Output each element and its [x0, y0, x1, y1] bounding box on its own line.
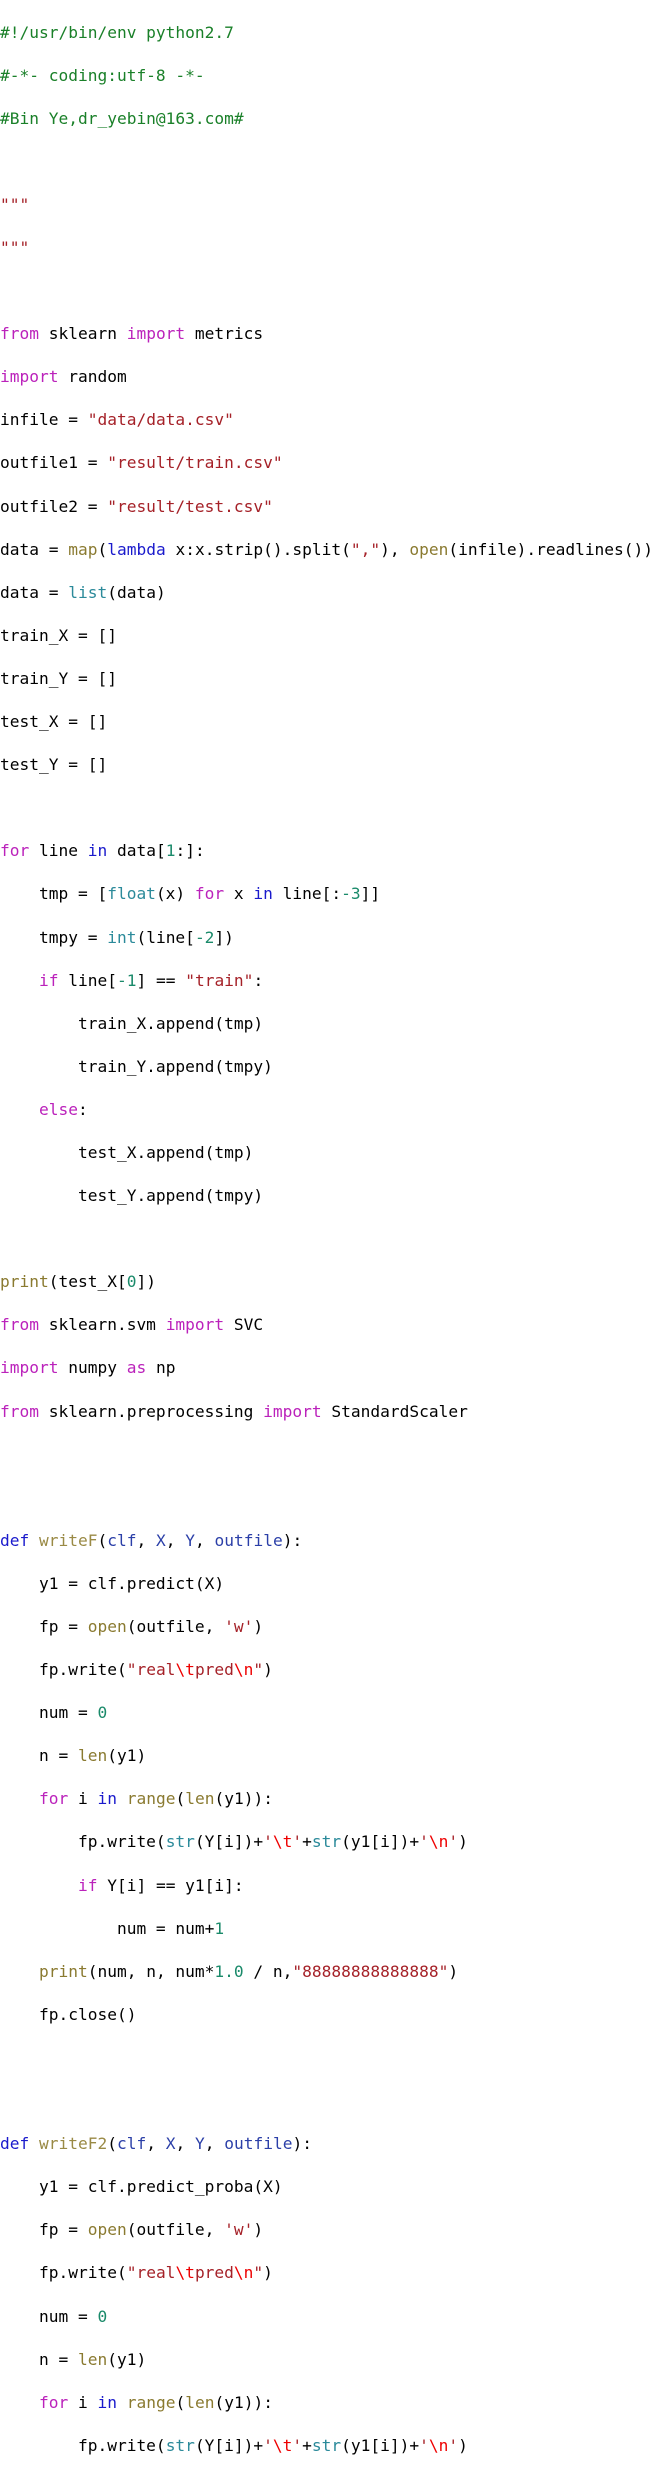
- code-line: print(test_X[0]): [0, 1272, 156, 1292]
- code-line: for i in range(len(y1)):: [38, 2392, 273, 2412]
- code-line: test_X.append(tmp): [0, 1142, 254, 1162]
- code-line: import numpy as np: [0, 1358, 176, 1378]
- code-line: data = list(data): [0, 582, 166, 602]
- code-line: infile = "data/data.csv": [0, 410, 234, 430]
- code-line: num = num+1: [0, 1918, 225, 1938]
- code-line: test_Y = []: [0, 755, 108, 775]
- code-line: test_Y.append(tmpy): [0, 1186, 264, 1206]
- code-line: test_X = []: [0, 712, 108, 732]
- code-line: n = len(y1): [0, 1746, 147, 1766]
- code-line: data = map(lambda x:x.strip().split(",")…: [0, 539, 654, 559]
- code-line: print(num, n, num*1.0 / n,"8888888888888…: [38, 1961, 459, 1981]
- code-line: fp.write(str(Y[i])+'\t'+str(y1[i])+'\n'): [0, 2435, 468, 2455]
- code-line: train_X = []: [0, 625, 117, 645]
- code-line: from sklearn.preprocessing import Standa…: [0, 1401, 468, 1421]
- code-line: else:: [38, 1099, 88, 1119]
- code-line: from sklearn import metrics: [0, 324, 264, 344]
- code-line: fp = open(outfile, 'w'): [0, 1617, 264, 1637]
- code-line: """: [0, 194, 30, 214]
- python-source-code-block: #!/usr/bin/env python2.7 #-*- coding:utf…: [0, 0, 668, 2482]
- code-line: n = len(y1): [0, 2349, 147, 2369]
- code-line: fp.close(): [0, 2478, 668, 2482]
- code-line: import random: [0, 367, 127, 387]
- code-line: tmp = [float(x) for x in line[:-3]]: [0, 884, 381, 904]
- code-line: if Y[i] == y1[i]:: [77, 1875, 244, 1895]
- code-line: #!/usr/bin/env python2.7: [0, 22, 234, 42]
- code-line: fp.write(str(Y[i])+'\t'+str(y1[i])+'\n'): [0, 1832, 468, 1852]
- code-line: num = 0: [0, 2306, 108, 2326]
- code-line: y1 = clf.predict_proba(X): [0, 2177, 283, 2197]
- code-line: def writeF2(clf, X, Y, outfile):: [0, 2134, 312, 2154]
- code-line: train_Y = []: [0, 668, 117, 688]
- code-line: if line[-1] == "train":: [38, 970, 264, 990]
- code-line: train_Y.append(tmpy): [0, 1056, 273, 1076]
- code-line: y1 = clf.predict(X): [0, 1573, 225, 1593]
- code-line: fp.write("real\tpred\n"): [0, 1660, 273, 1680]
- code-line: for line in data[1:]:: [0, 841, 205, 861]
- code-line: fp.write("real\tpred\n"): [0, 2263, 273, 2283]
- code-line: num = 0: [0, 1703, 108, 1723]
- code-line: fp.close(): [0, 2004, 137, 2024]
- code-line: from sklearn.svm import SVC: [0, 1315, 264, 1335]
- code-line: tmpy = int(line[-2]): [0, 927, 234, 947]
- code-line: outfile1 = "result/train.csv": [0, 453, 283, 473]
- code-line: #Bin Ye,dr_yebin@163.com#: [0, 108, 244, 128]
- code-line: for i in range(len(y1)):: [38, 1789, 273, 1809]
- code-line: fp = open(outfile, 'w'): [0, 2220, 264, 2240]
- code-line: outfile2 = "result/test.csv": [0, 496, 273, 516]
- code-line: """: [0, 238, 30, 258]
- code-line: def writeF(clf, X, Y, outfile):: [0, 1530, 303, 1550]
- code-line: train_X.append(tmp): [0, 1013, 264, 1033]
- code-line: #-*- coding:utf-8 -*-: [0, 65, 205, 85]
